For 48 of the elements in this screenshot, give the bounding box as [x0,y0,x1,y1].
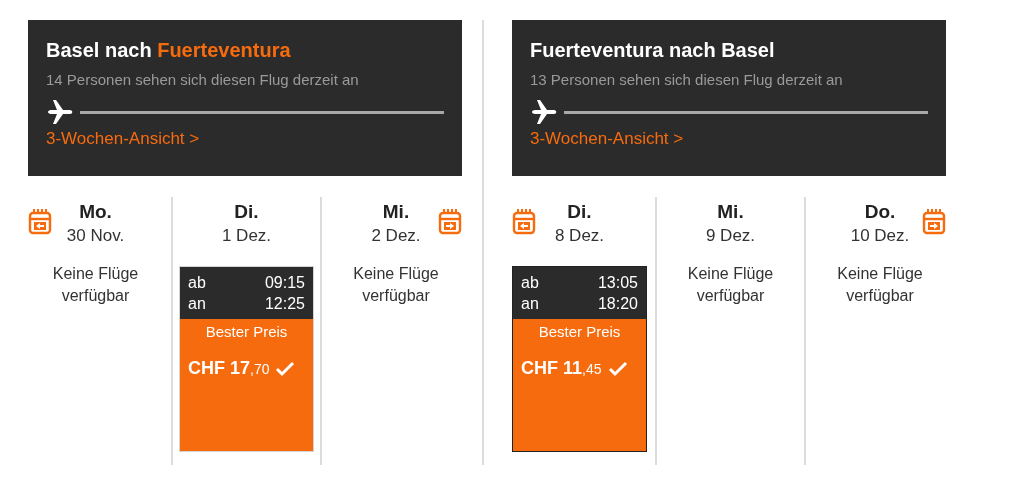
checkmark-icon [607,360,628,377]
departure-label: ab [521,273,539,293]
date: 10 Dez. [850,226,910,246]
no-flights-text: Keine Flüge verfügbar [352,264,440,306]
previous-calendar-button[interactable] [28,207,52,237]
price: CHF 11,45 [521,358,602,379]
price: CHF 17,70 [188,358,270,379]
checkmark-icon [275,360,296,377]
flight-card[interactable]: ab 09:15 an 12:25 Bester Preis CHF 17,70 [179,266,314,452]
departure-label: ab [188,273,206,293]
no-flights-text: Keine Flüge verfügbar [51,264,140,306]
flight-card[interactable]: ab 13:05 an 18:20 Bester Preis CHF 11,45 [512,266,647,452]
date: 8 Dez. [554,226,605,246]
weekday: Mi. [382,201,410,223]
viewer-count-text: 14 Personen sehen sich diesen Flug derzeit an [46,71,359,88]
date: 30 Nov. [66,226,125,246]
best-price-label: Bester Preis [204,323,289,340]
no-flights-text: Keine Flüge verfügbar [686,264,775,306]
route-title: Fuerteventura nach Basel [530,38,776,62]
weekday: Di. [567,201,592,223]
arrival-time: 18:20 [597,294,638,314]
calendar-forward-icon [438,207,462,237]
calendar-back-icon [28,207,52,237]
arrival-time: 12:25 [264,294,305,314]
three-week-view-link[interactable]: 3-Wochen-Ansicht > [530,129,684,149]
next-calendar-button[interactable] [922,207,946,237]
weekday: Mo. [79,201,112,223]
calendar-forward-icon [922,207,946,237]
date: 2 Dez. [371,226,421,246]
previous-calendar-button[interactable] [512,207,536,237]
no-flights-text: Keine Flüge verfügbar [836,264,924,306]
best-price-label: Bester Preis [537,323,622,340]
route-title: Basel nach Fuerteventura [46,38,292,62]
weekday: Do. [864,201,896,223]
calendar-back-icon [512,207,536,237]
airplane-icon [530,99,558,125]
date: 1 Dez. [221,226,272,246]
weekday: Mi. [717,201,744,223]
viewer-count-text: 13 Personen sehen sich diesen Flug derzeit an [530,71,843,88]
arrival-label: an [521,294,539,314]
departure-time: 09:15 [264,273,305,293]
date: 9 Dez. [705,226,756,246]
next-calendar-button[interactable] [438,207,462,237]
airplane-icon [46,99,74,125]
three-week-view-link[interactable]: 3-Wochen-Ansicht > [46,129,200,149]
weekday: Di. [234,201,259,223]
departure-time: 13:05 [597,273,638,293]
arrival-label: an [188,294,206,314]
